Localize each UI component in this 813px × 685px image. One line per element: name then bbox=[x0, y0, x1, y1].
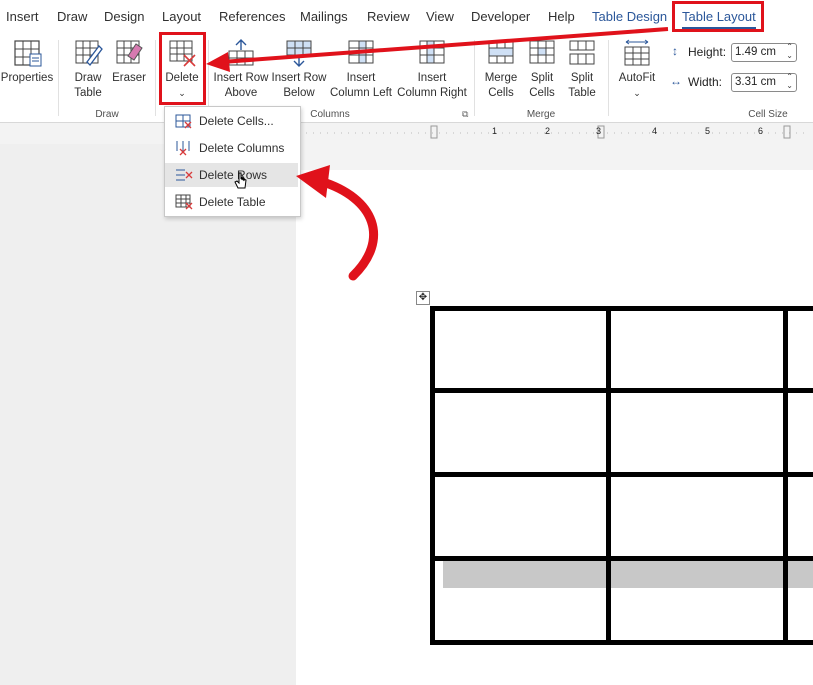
group-label-merge: Merge bbox=[526, 109, 556, 120]
selected-row-highlight bbox=[443, 560, 813, 588]
insert-row-below-button[interactable]: Insert Row Below bbox=[270, 38, 328, 101]
tab-view[interactable]: View bbox=[426, 9, 454, 24]
split-table-label: Split Table bbox=[568, 72, 596, 99]
autofit-button[interactable]: AutoFit ⌄ bbox=[614, 38, 660, 101]
eraser-label: Eraser bbox=[112, 72, 146, 84]
width-icon: ↔ bbox=[670, 74, 682, 88]
delete-cells-icon bbox=[175, 114, 192, 129]
eraser-icon bbox=[116, 40, 143, 64]
dialog-launcher-icon[interactable]: ⧉ bbox=[462, 109, 468, 120]
properties-button[interactable]: Properties bbox=[0, 38, 54, 86]
ruler-number: 3 bbox=[596, 126, 602, 136]
table-move-handle-icon[interactable]: ✥ bbox=[416, 291, 430, 305]
split-table-icon bbox=[569, 40, 595, 65]
ruler-number: 1 bbox=[492, 126, 498, 136]
ruler-number: 5 bbox=[705, 126, 711, 136]
menu-item-delete-columns[interactable]: Delete Columns bbox=[165, 136, 298, 160]
insert-column-left-button[interactable]: Insert Column Left bbox=[330, 38, 392, 101]
menu-item-label: Delete Columns bbox=[199, 141, 285, 155]
insert-row-below-icon bbox=[286, 40, 312, 67]
tab-review[interactable]: Review bbox=[367, 9, 410, 24]
menu-item-label: Delete Table bbox=[199, 195, 266, 209]
insert-row-below-label: Insert Row Below bbox=[271, 72, 327, 99]
table-border bbox=[430, 556, 813, 561]
tab-draw[interactable]: Draw bbox=[57, 9, 87, 24]
delete-dropdown-menu: Delete Cells... Delete Columns Delete Ro… bbox=[164, 106, 301, 217]
delete-table-icon bbox=[175, 194, 193, 210]
draw-table-icon bbox=[75, 40, 103, 66]
height-label: Height: bbox=[688, 45, 727, 59]
tab-table-design[interactable]: Table Design bbox=[592, 9, 667, 24]
split-table-button[interactable]: Split Table bbox=[562, 38, 602, 101]
group-label-draw: Draw bbox=[95, 109, 119, 120]
height-input[interactable]: 1.49 cm bbox=[731, 42, 797, 62]
draw-table-button[interactable]: Draw Table bbox=[64, 38, 112, 101]
insert-column-left-label: Insert Column Left bbox=[330, 72, 393, 99]
autofit-label: AutoFit bbox=[618, 72, 656, 84]
ruler-number: 6 bbox=[758, 126, 764, 136]
menu-item-delete-cells[interactable]: Delete Cells... bbox=[165, 109, 298, 133]
insert-column-right-button[interactable]: Insert Column Right bbox=[396, 38, 468, 101]
insert-row-above-label: Insert Row Above bbox=[213, 72, 269, 99]
tab-developer[interactable]: Developer bbox=[471, 9, 530, 24]
document-page[interactable] bbox=[296, 170, 813, 685]
insert-column-right-icon bbox=[419, 40, 445, 64]
ribbon: Properties Draw Table Eraser Draw Delete… bbox=[0, 34, 813, 123]
separator bbox=[474, 40, 475, 116]
properties-label: Properties bbox=[0, 72, 54, 84]
menu-item-delete-table[interactable]: Delete Table bbox=[165, 190, 298, 214]
split-cells-label: Split Cells bbox=[529, 72, 555, 99]
merge-cells-button[interactable]: Merge Cells bbox=[480, 38, 522, 101]
autofit-icon bbox=[624, 39, 650, 66]
chevron-down-icon: ⌄ bbox=[633, 88, 641, 98]
width-input[interactable]: 3.31 cm bbox=[731, 72, 797, 92]
draw-table-label: Draw Table bbox=[74, 72, 102, 99]
ruler-number: 2 bbox=[545, 126, 551, 136]
tab-help[interactable]: Help bbox=[548, 9, 575, 24]
table-border bbox=[430, 472, 813, 477]
tab-design[interactable]: Design bbox=[104, 9, 144, 24]
table-border bbox=[430, 388, 813, 393]
table-border bbox=[430, 306, 813, 311]
table-border bbox=[430, 640, 813, 645]
merge-cells-icon bbox=[488, 40, 514, 64]
width-label: Width: bbox=[688, 75, 723, 89]
ruler-number: 4 bbox=[652, 126, 658, 136]
horizontal-ruler[interactable]: 1 2 3 4 5 6 bbox=[296, 123, 813, 143]
delete-rows-icon bbox=[176, 169, 193, 181]
tab-insert[interactable]: Insert bbox=[6, 9, 39, 24]
table-border bbox=[783, 306, 788, 645]
mouse-cursor-icon bbox=[234, 172, 247, 189]
tab-mailings[interactable]: Mailings bbox=[300, 9, 348, 24]
separator bbox=[208, 40, 209, 116]
split-cells-button[interactable]: Split Cells bbox=[522, 38, 562, 101]
navigation-margin bbox=[0, 144, 297, 685]
eraser-button[interactable]: Eraser bbox=[110, 38, 148, 86]
tab-layout[interactable]: Layout bbox=[162, 9, 201, 24]
tab-references[interactable]: References bbox=[219, 9, 285, 24]
table-border bbox=[430, 306, 435, 645]
highlight-box-table-layout bbox=[672, 1, 764, 32]
separator bbox=[58, 40, 59, 116]
merge-cells-label: Merge Cells bbox=[484, 72, 518, 99]
insert-row-above-icon bbox=[228, 39, 254, 66]
insert-column-left-icon bbox=[348, 40, 374, 64]
height-icon: ↕ bbox=[672, 44, 678, 58]
properties-icon bbox=[14, 40, 42, 67]
insert-column-right-label: Insert Column Right bbox=[397, 72, 467, 99]
table-border bbox=[606, 306, 611, 645]
menu-item-delete-rows[interactable]: Delete Rows bbox=[165, 163, 298, 187]
ruler-marks bbox=[306, 125, 806, 139]
separator bbox=[608, 40, 609, 116]
group-label-cell-size: Cell Size bbox=[748, 109, 788, 120]
separator bbox=[155, 40, 156, 116]
split-cells-icon bbox=[529, 40, 555, 64]
group-label-columns: Columns bbox=[310, 109, 350, 120]
delete-columns-icon bbox=[176, 141, 190, 156]
menu-item-label: Delete Cells... bbox=[199, 114, 274, 128]
insert-row-above-button[interactable]: Insert Row Above bbox=[212, 38, 270, 101]
highlight-box-delete bbox=[159, 32, 206, 105]
